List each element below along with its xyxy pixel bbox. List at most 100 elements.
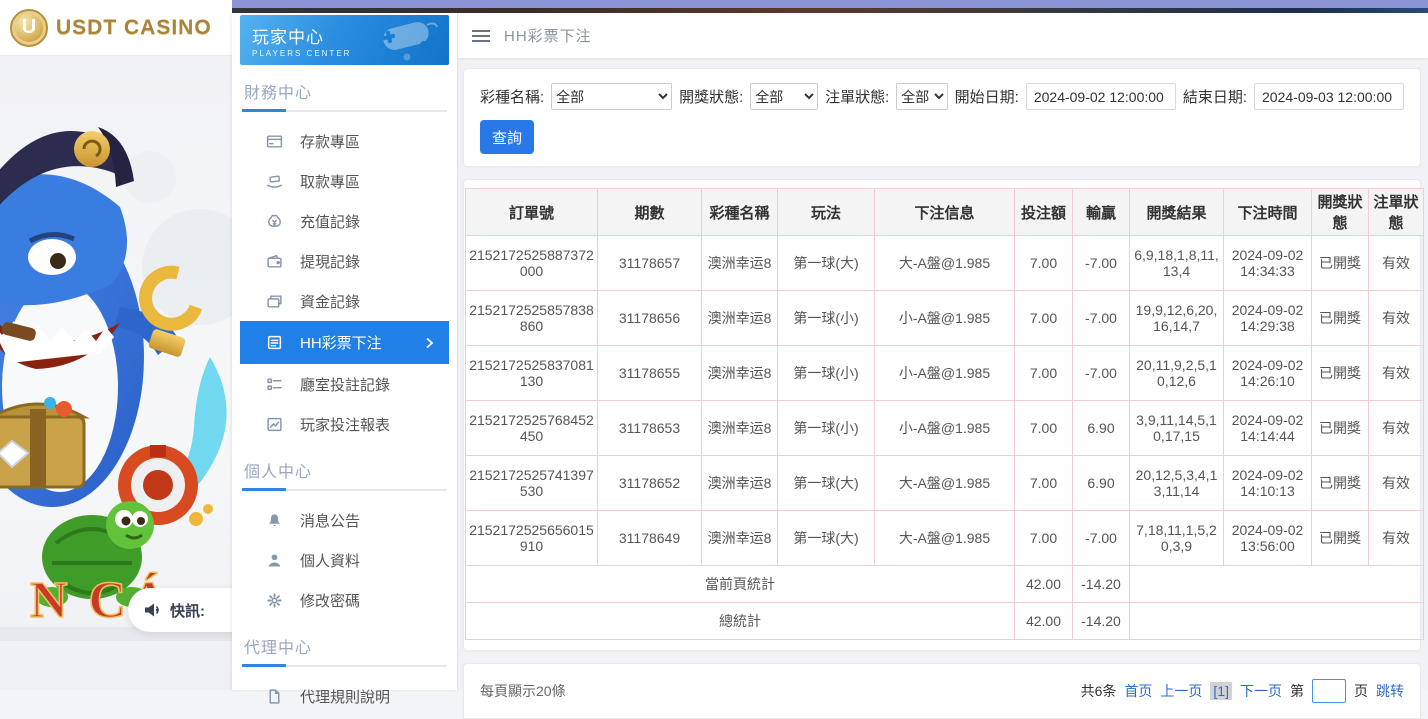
sidebar-item-deposit-card[interactable]: 存款專區 (240, 121, 449, 161)
sidebar-item-label: 個人資料 (300, 550, 360, 571)
page-summary-bet: 42.00 (1015, 566, 1073, 603)
order-status-label: 注單狀態: (825, 86, 889, 107)
ticker-label: 快訊: (170, 600, 205, 621)
table-row: 215217252583708113031178655澳洲幸运8第一球(小)小-… (466, 346, 1424, 401)
table-cell: 有效 (1369, 346, 1424, 401)
jump-button[interactable]: 跳转 (1376, 681, 1404, 701)
sidebar-item-label: 修改密碼 (300, 590, 360, 611)
table-cell: 31178652 (598, 456, 702, 511)
table-cell: 已開獎 (1312, 236, 1369, 291)
table-cell: 2024-09-02 14:10:13 (1224, 456, 1312, 511)
logo-bar: U USDT CASINO (0, 0, 232, 56)
table-cell: 已開獎 (1312, 291, 1369, 346)
table-row: 215217252574139753031178652澳洲幸运8第一球(大)大-… (466, 456, 1424, 511)
total-summary-row: 總統計 42.00 -14.20 (466, 603, 1424, 640)
pagination-controls: 共6条 首页 上一页 [1] 下一页 第 页 跳转 (1081, 679, 1404, 703)
table-cell: 7.00 (1015, 456, 1073, 511)
sidebar: 玩家中心 PLAYERS CENTER 財務中心存款專區取款專區充值記錄提現記錄… (232, 13, 458, 690)
column-header: 訂單號 (466, 189, 598, 236)
sidebar-item-funds-ticket[interactable]: 資金記錄 (240, 281, 449, 321)
sidebar-section-title: 個人中心 (244, 458, 449, 482)
table-cell: -7.00 (1073, 346, 1130, 401)
lottery-book-icon (266, 334, 283, 351)
first-page-link[interactable]: 首页 (1124, 681, 1152, 701)
draw-status-label: 開獎狀態: (679, 86, 743, 107)
column-header: 注單狀態 (1369, 189, 1424, 236)
sidebar-item-room-list[interactable]: 廳室投註記錄 (240, 364, 449, 404)
column-header: 輸贏 (1073, 189, 1130, 236)
prev-page-link[interactable]: 上一页 (1160, 681, 1202, 701)
sidebar-item-document[interactable]: 代理規則說明 (240, 676, 449, 716)
table-row: 215217252588737200031178657澳洲幸运8第一球(大)大-… (466, 236, 1424, 291)
table-cell: 7,18,11,1,5,20,3,9 (1130, 511, 1224, 566)
total-summary-label: 總統計 (466, 603, 1015, 640)
hamburger-menu-icon[interactable] (472, 30, 490, 42)
sidebar-item-withdraw-hand[interactable]: 取款專區 (240, 161, 449, 201)
table-cell: 2152172525887372000 (466, 236, 598, 291)
page-summary-row: 當前頁統計 42.00 -14.20 (466, 566, 1424, 603)
column-header: 彩種名稱 (702, 189, 778, 236)
table-cell: 澳洲幸运8 (702, 291, 778, 346)
start-date-label: 開始日期: (955, 86, 1019, 107)
sidebar-item-bell[interactable]: 消息公告 (240, 500, 449, 540)
bell-icon (266, 512, 283, 529)
order-status-select[interactable]: 全部 (896, 83, 947, 110)
start-date-input[interactable] (1026, 83, 1176, 110)
gear-icon (266, 592, 283, 609)
total-summary-winloss: -14.20 (1073, 603, 1130, 640)
table-cell: -7.00 (1073, 511, 1130, 566)
table-cell: 第一球(小) (778, 401, 875, 456)
chevron-right-icon (424, 336, 435, 350)
table-cell: 19,9,12,6,20,16,14,7 (1130, 291, 1224, 346)
sidebar-item-recharge-moneybag[interactable]: 充值記錄 (240, 201, 449, 241)
table-cell: 7.00 (1015, 401, 1073, 456)
sidebar-item-label: 提現記錄 (300, 251, 360, 272)
page-summary-label: 當前頁統計 (466, 566, 1015, 603)
table-cell: 2152172525768452450 (466, 401, 598, 456)
table-cell: 第一球(小) (778, 346, 875, 401)
filter-row: 彩種名稱: 全部 開獎狀態: 全部 注單狀態: 全部 開始日期: 結束日期: (480, 83, 1404, 110)
next-page-link[interactable]: 下一页 (1240, 681, 1282, 701)
table-cell: 第一球(大) (778, 456, 875, 511)
sidebar-item-report-chart[interactable]: 玩家投注報表 (240, 404, 449, 444)
table-cell: 大-A盤@1.985 (875, 511, 1015, 566)
column-header: 下注信息 (875, 189, 1015, 236)
draw-status-select[interactable]: 全部 (750, 83, 818, 110)
sidebar-item-withdrawal-wallet[interactable]: 提現記錄 (240, 241, 449, 281)
table-cell: 31178656 (598, 291, 702, 346)
table-cell: 7.00 (1015, 236, 1073, 291)
recharge-moneybag-icon (266, 213, 283, 230)
table-row: 215217252576845245031178653澳洲幸运8第一球(小)小-… (466, 401, 1424, 456)
table-cell: 澳洲幸运8 (702, 401, 778, 456)
promo-column: U USDT CASINO (0, 0, 232, 690)
table-cell: 31178655 (598, 346, 702, 401)
sidebar-item-label: 取款專區 (300, 171, 360, 192)
table-cell: 有效 (1369, 456, 1424, 511)
table-cell: 31178649 (598, 511, 702, 566)
jump-prefix-text: 第 (1290, 681, 1304, 701)
table-cell: 7.00 (1015, 291, 1073, 346)
table-cell: 已開獎 (1312, 456, 1369, 511)
jump-suffix-text: 页 (1354, 681, 1368, 701)
sidebar-item-user[interactable]: 個人資料 (240, 540, 449, 580)
page-summary-empty (1130, 566, 1424, 603)
news-ticker: 快訊: (128, 588, 248, 632)
withdraw-hand-icon (266, 173, 283, 190)
sidebar-item-label: 存款專區 (300, 131, 360, 152)
lottery-name-select[interactable]: 全部 (551, 83, 672, 110)
table-cell: 6.90 (1073, 456, 1130, 511)
report-chart-icon (266, 416, 283, 433)
main-header: HH彩票下注 (458, 13, 1428, 58)
search-button[interactable]: 查詢 (480, 120, 534, 154)
sidebar-item-gear[interactable]: 修改密碼 (240, 580, 449, 620)
withdrawal-wallet-icon (266, 253, 283, 270)
page-jump-input[interactable] (1312, 679, 1346, 703)
table-cell: 2024-09-02 14:14:44 (1224, 401, 1312, 456)
table-cell: 6,9,18,1,8,11,13,4 (1130, 236, 1224, 291)
sidebar-item-lottery-book[interactable]: HH彩票下注 (240, 321, 449, 364)
table-cell: 2152172525656015910 (466, 511, 598, 566)
table-cell: 31178653 (598, 401, 702, 456)
funds-ticket-icon (266, 293, 283, 310)
document-icon (266, 688, 283, 705)
end-date-input[interactable] (1254, 83, 1404, 110)
